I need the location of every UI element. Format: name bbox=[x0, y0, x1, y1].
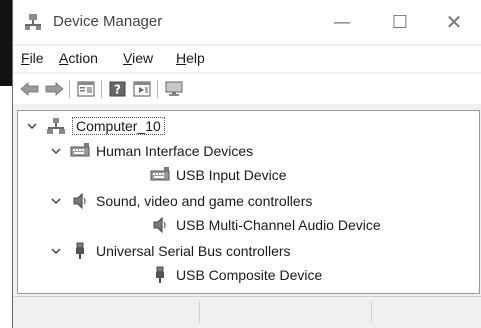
tree-category-sound-video-game[interactable]: Sound, video and game controllers bbox=[50, 190, 312, 212]
menu-action[interactable]: Action bbox=[59, 50, 98, 66]
usb-icon bbox=[76, 242, 84, 259]
help-button[interactable]: ? bbox=[107, 79, 129, 99]
help-icon: ? bbox=[109, 81, 126, 97]
chevron-down-icon[interactable] bbox=[50, 195, 62, 207]
usb-icon bbox=[156, 266, 164, 283]
tree-device-usb-composite-device[interactable]: USB Composite Device bbox=[150, 264, 322, 286]
forward-button[interactable] bbox=[43, 79, 65, 99]
run-button[interactable] bbox=[131, 79, 153, 99]
properties-button[interactable] bbox=[75, 79, 97, 99]
tree-device-label: USB Input Device bbox=[176, 167, 287, 183]
tree-category-label: Sound, video and game controllers bbox=[96, 193, 313, 209]
run-icon bbox=[133, 81, 151, 97]
tree-device-usb-multi-channel-audio[interactable]: USB Multi-Channel Audio Device bbox=[150, 214, 381, 236]
minimize-button[interactable]: — bbox=[319, 0, 365, 44]
tree-device-label: USB Composite Device bbox=[176, 267, 323, 283]
back-button[interactable] bbox=[19, 79, 41, 99]
close-icon: ✕ bbox=[445, 10, 463, 34]
maximize-button[interactable]: ☐ bbox=[377, 0, 423, 44]
monitor-icon bbox=[165, 81, 183, 96]
hid-icon bbox=[70, 143, 90, 157]
tree-category-human-interface-devices[interactable]: Human Interface Devices bbox=[50, 140, 253, 162]
toolbar-separator bbox=[69, 80, 70, 98]
device-manager-icon bbox=[25, 14, 41, 30]
tree-category-universal-serial-bus[interactable]: Universal Serial Bus controllers bbox=[50, 240, 291, 262]
device-tree: Computer_10 Human Interface Devices USB … bbox=[17, 110, 480, 294]
back-arrow-icon bbox=[20, 82, 39, 96]
tree-root-label: Computer_10 bbox=[72, 117, 165, 135]
tree-category-label: Human Interface Devices bbox=[96, 143, 254, 159]
background-strip bbox=[0, 0, 12, 86]
tree-device-usb-input-device[interactable]: USB Input Device bbox=[150, 164, 287, 186]
toolbar-separator bbox=[157, 80, 158, 98]
speaker-icon bbox=[73, 192, 86, 210]
maximize-icon: ☐ bbox=[391, 11, 409, 33]
minimize-icon: — bbox=[333, 11, 351, 33]
properties-icon bbox=[77, 81, 95, 97]
chevron-down-icon[interactable] bbox=[26, 120, 38, 132]
status-cell bbox=[13, 301, 200, 323]
tree-category-label: Universal Serial Bus controllers bbox=[96, 243, 291, 259]
tree-node-root[interactable]: Computer_10 bbox=[26, 115, 165, 137]
speaker-icon bbox=[153, 216, 166, 234]
window-title: Device Manager bbox=[53, 13, 163, 30]
menu-help[interactable]: Help bbox=[176, 50, 205, 66]
toolbar: ? bbox=[13, 74, 481, 104]
chevron-down-icon[interactable] bbox=[50, 245, 62, 257]
scan-hardware-button[interactable] bbox=[163, 79, 185, 99]
svg-text:?: ? bbox=[114, 83, 121, 97]
status-cell bbox=[201, 301, 372, 323]
hid-icon bbox=[150, 167, 170, 181]
forward-arrow-icon bbox=[45, 82, 64, 96]
device-manager-window: Device Manager — ☐ ✕ File Action View He… bbox=[12, 0, 481, 328]
menu-bar: File Action View Help bbox=[13, 46, 481, 72]
chevron-down-icon[interactable] bbox=[50, 145, 62, 157]
tree-device-label: USB Multi-Channel Audio Device bbox=[176, 217, 381, 233]
close-button[interactable]: ✕ bbox=[431, 0, 477, 44]
status-bar bbox=[13, 296, 481, 328]
menu-view[interactable]: View bbox=[123, 50, 153, 66]
toolbar-separator bbox=[101, 80, 102, 98]
computer-icon bbox=[47, 118, 65, 134]
menu-file[interactable]: File bbox=[21, 50, 44, 66]
title-bar[interactable]: Device Manager — ☐ ✕ bbox=[13, 0, 481, 44]
